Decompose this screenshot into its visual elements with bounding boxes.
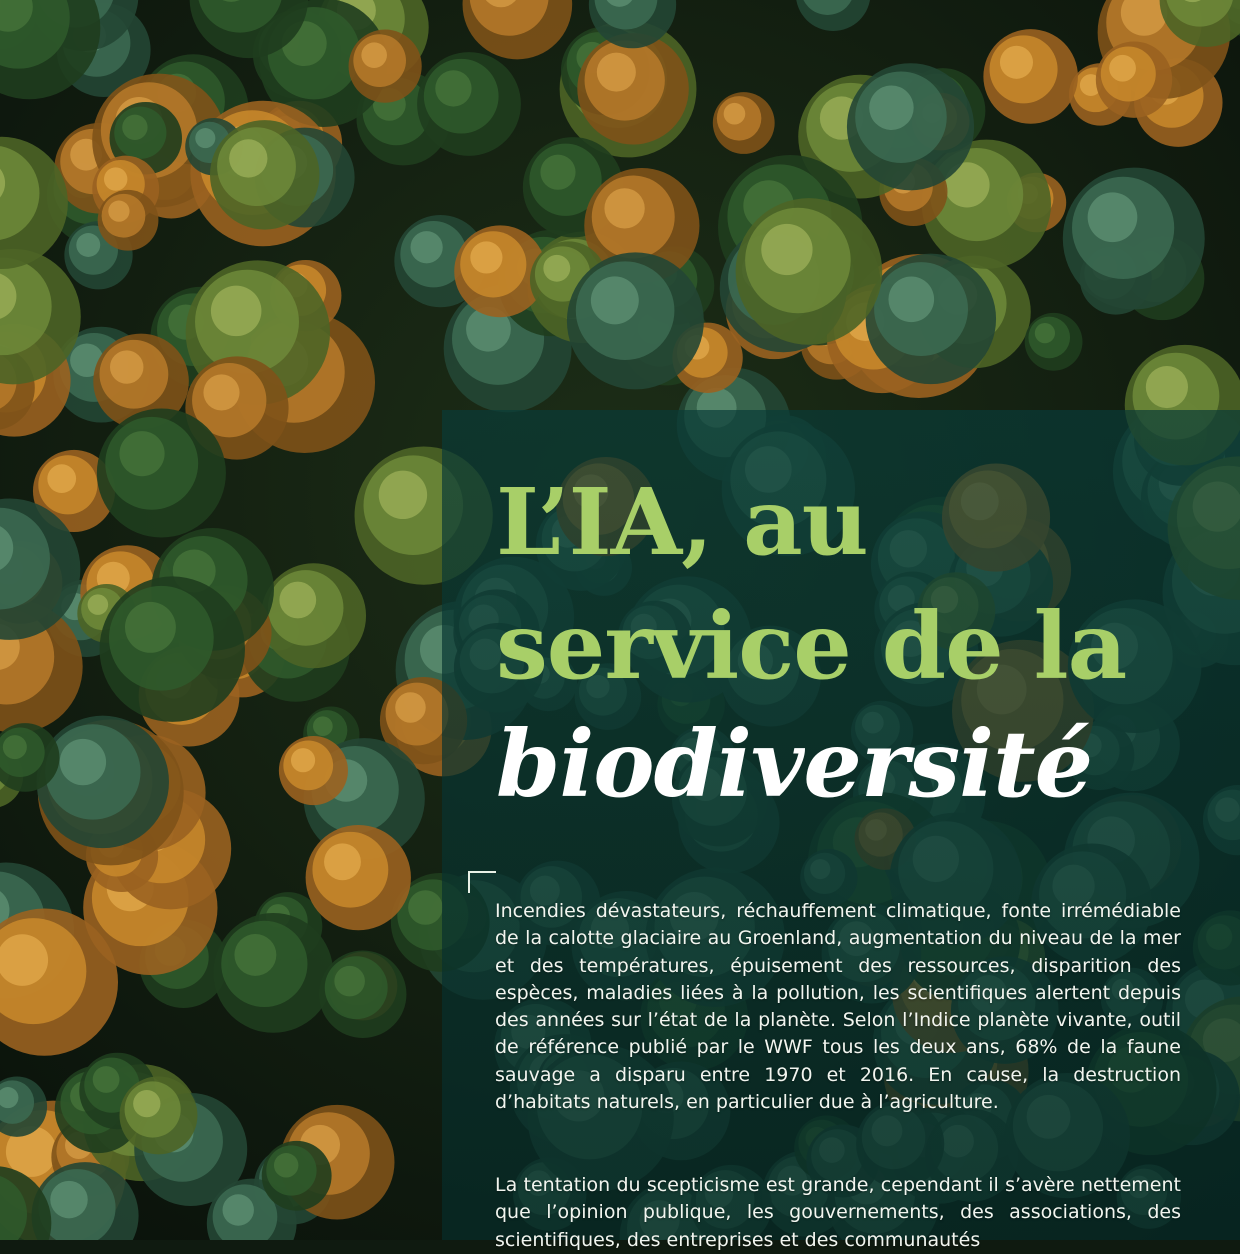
corner-bracket-icon	[468, 871, 496, 893]
headline-line-2: service de la	[496, 592, 1127, 700]
body-paragraph: Incendies dévastateurs, réchauffement cl…	[495, 900, 1181, 1114]
headline-line-1: L’IA, au	[496, 468, 869, 576]
body-paragraph: La tentation du scepticisme est grande, …	[495, 1174, 1181, 1251]
headline-line-3: biodiversité	[496, 710, 1093, 818]
